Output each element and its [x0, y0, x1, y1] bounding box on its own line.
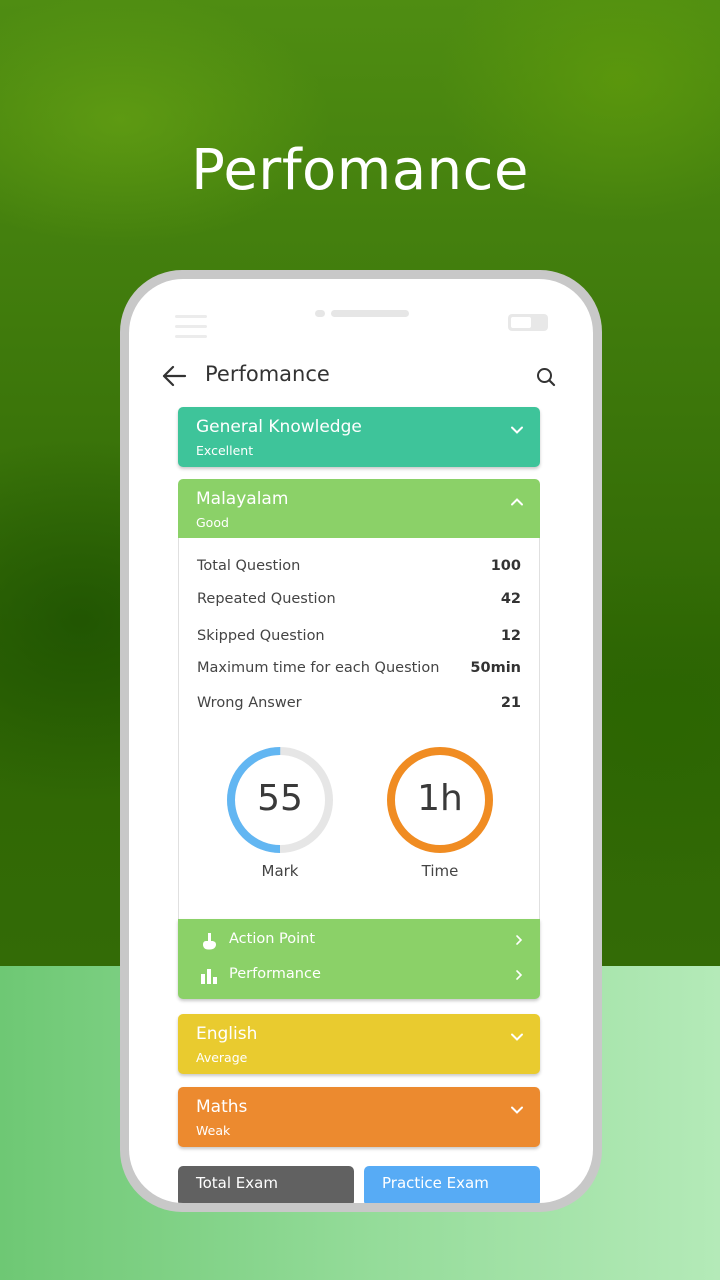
practice-exam-button[interactable]: Practice Exam	[364, 1166, 540, 1203]
chevron-down-icon[interactable]	[510, 423, 524, 437]
stat-label: Maximum time for each Question	[197, 660, 440, 676]
stat-label: Wrong Answer	[197, 695, 302, 711]
bar-chart-icon	[201, 969, 217, 984]
action-point-link[interactable]: Action Point	[178, 924, 540, 958]
subject-name: English	[196, 1024, 258, 1044]
stat-row-skipped-question: Skipped Question 12	[197, 628, 521, 644]
camera-dot	[315, 310, 325, 317]
time-value: 1h	[417, 778, 463, 819]
subject-card-general-knowledge[interactable]: General Knowledge Excellent	[178, 407, 540, 467]
stat-row-repeated-question: Repeated Question 42	[197, 591, 521, 607]
performance-link[interactable]: Performance	[178, 959, 540, 993]
phone-frame: Perfomance General Knowledge Excellent M…	[120, 270, 602, 1212]
action-label: Performance	[229, 966, 321, 982]
page-title: Perfomance	[205, 362, 330, 386]
subject-name: General Knowledge	[196, 417, 362, 437]
subject-rating: Excellent	[196, 443, 254, 458]
button-label: Practice Exam	[382, 1174, 489, 1192]
mark-ring: 55	[225, 745, 335, 855]
stat-value: 42	[500, 591, 521, 607]
total-exam-button[interactable]: Total Exam	[178, 1166, 354, 1203]
stat-value: 21	[500, 695, 521, 711]
mark-value: 55	[257, 778, 303, 819]
subject-name: Maths	[196, 1097, 248, 1117]
chevron-right-icon	[516, 970, 523, 980]
chevron-right-icon	[516, 935, 523, 945]
subject-name: Malayalam	[196, 489, 289, 509]
subject-rating: Good	[196, 515, 229, 530]
stat-value: 50min	[470, 660, 521, 676]
back-arrow-icon[interactable]	[161, 364, 187, 388]
subject-card-maths[interactable]: Maths Weak	[178, 1087, 540, 1147]
stat-value: 12	[500, 628, 521, 644]
stat-row-wrong-answer: Wrong Answer 21	[197, 695, 521, 711]
subject-details-panel: Total Question 100 Repeated Question 42 Sk…	[178, 538, 540, 919]
chevron-down-icon[interactable]	[510, 1103, 524, 1117]
stat-label: Skipped Question	[197, 628, 325, 644]
stat-row-total-question: Total Question 100	[197, 558, 521, 574]
chevron-down-icon[interactable]	[510, 1030, 524, 1044]
search-icon[interactable]	[535, 366, 557, 388]
stat-row-max-time: Maximum time for each Question 50min	[197, 660, 521, 676]
time-ring: 1h	[385, 745, 495, 855]
speaker	[331, 310, 409, 317]
subject-card-malayalam[interactable]: Malayalam Good	[178, 479, 540, 539]
phone-screen: Perfomance General Knowledge Excellent M…	[129, 279, 593, 1203]
button-label: Total Exam	[196, 1174, 278, 1192]
menu-icon	[175, 315, 207, 345]
hero-title: Perfomance	[191, 138, 529, 203]
subject-rating: Weak	[196, 1123, 231, 1138]
app-bar: Perfomance	[129, 354, 593, 398]
action-label: Action Point	[229, 931, 316, 947]
time-label: Time	[421, 862, 459, 880]
mark-label: Mark	[261, 862, 299, 880]
subject-rating: Average	[196, 1050, 248, 1065]
chevron-up-icon[interactable]	[510, 495, 524, 509]
stat-value: 100	[490, 558, 521, 574]
battery-icon	[508, 314, 548, 331]
hand-pointer-icon	[203, 933, 216, 950]
subject-card-english[interactable]: English Average	[178, 1014, 540, 1074]
subject-actions: Action Point Performance	[178, 919, 540, 999]
stat-label: Repeated Question	[197, 591, 336, 607]
stat-label: Total Question	[197, 558, 301, 574]
